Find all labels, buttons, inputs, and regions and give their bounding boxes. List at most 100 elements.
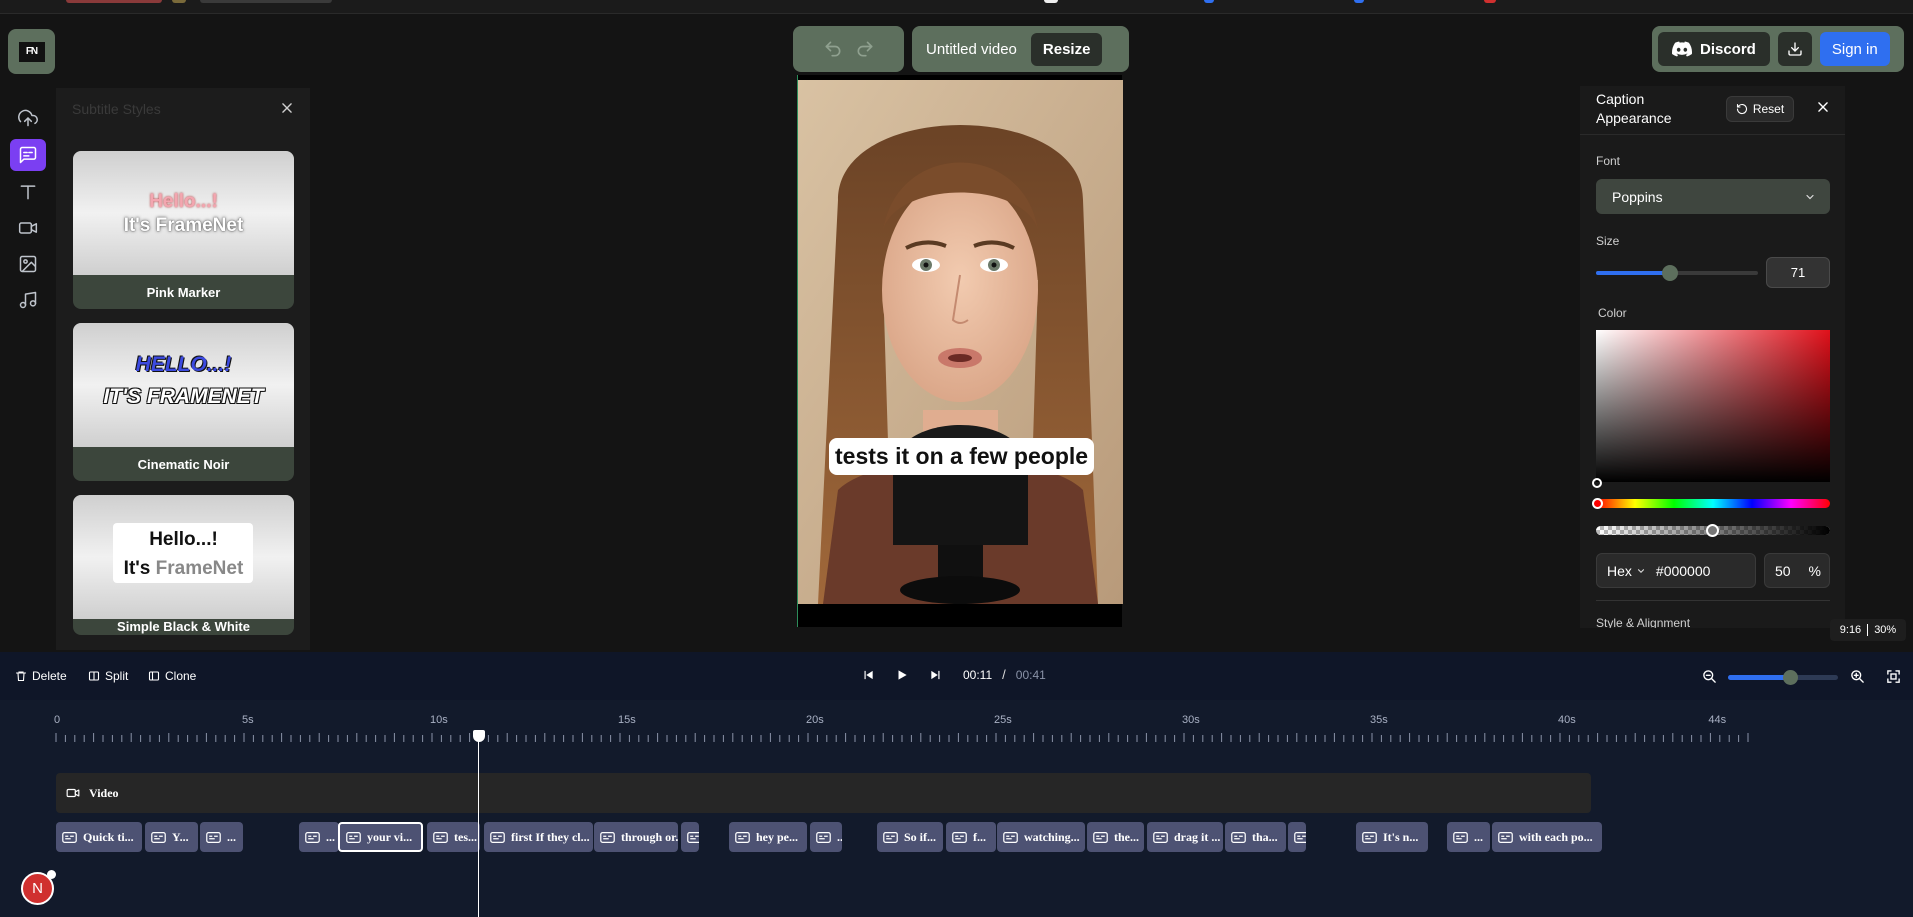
caption-clip[interactable]: the... [1087,822,1144,852]
trash-icon [15,670,27,682]
preview-line-1: HELLO...! [135,353,232,376]
color-format-input[interactable]: Hex #000000 [1596,553,1756,588]
caption-clip[interactable]: ... [299,822,339,852]
close-icon [1816,100,1830,114]
style-card-pink-marker[interactable]: Hello...! It's FrameNet Pink Marker [73,151,294,309]
color-label: Color [1598,306,1627,320]
caption-clip[interactable]: watching... [997,822,1085,852]
image-tool-button[interactable] [10,248,46,280]
caption-clip[interactable]: It's n... [1356,822,1428,852]
caption-clip-icon [1153,831,1168,843]
video-tool-button[interactable] [10,212,46,244]
caption-clip[interactable]: through or... [594,822,678,852]
caption-clip[interactable]: hey pe... [729,822,807,852]
caption-clip-icon [687,831,699,843]
reset-icon [1736,103,1748,115]
sign-in-button[interactable]: Sign in [1819,32,1890,66]
caption-clip-icon [600,831,615,843]
caption-clip[interactable]: ... [1447,822,1490,852]
total-time: 00:41 [1015,667,1046,682]
resize-button[interactable]: Resize [1030,32,1103,66]
caption-clip[interactable] [681,822,699,852]
style-card-label: Pink Marker [146,284,221,300]
reset-label: Reset [1752,102,1785,116]
size-input[interactable]: 71 [1766,257,1830,288]
style-alignment-section[interactable]: Style & Alignment [1596,616,1690,628]
caption-overlay[interactable]: tests it on a few people [829,438,1095,475]
caption-clip[interactable]: ... [810,822,842,852]
skip-back-icon[interactable] [861,668,875,682]
caption-clip-text: It's n... [1383,829,1419,844]
video-canvas[interactable]: tests it on a few people [797,75,1123,627]
video-title[interactable]: Untitled video [926,41,1017,58]
caption-clip[interactable]: tha... [1225,822,1286,852]
subtitles-icon [18,145,38,165]
caption-clip-icon [735,831,750,843]
color-mode[interactable]: Hex [1607,563,1632,579]
redo-icon[interactable] [855,39,875,59]
discord-button[interactable]: Discord [1658,32,1770,66]
clone-button[interactable]: Clone [148,669,196,683]
reset-button[interactable]: Reset [1726,96,1794,122]
caption-clip[interactable]: ... [200,822,243,852]
hue-slider-thumb[interactable] [1592,498,1603,509]
style-card-simple-black-white[interactable]: Hello...! It's FrameNet Simple Black & W… [73,495,294,635]
delete-button[interactable]: Delete [15,669,67,683]
caption-clip-icon [1498,831,1513,843]
caption-clip[interactable]: Quick ti... [56,822,142,852]
opacity-input[interactable]: 50 % [1764,553,1830,588]
canvas-zoom: 30% [1874,624,1897,636]
download-button[interactable] [1777,32,1812,66]
style-card-cinematic-noir[interactable]: HELLO...! IT'S FRAMENET Cinematic Noir [73,323,294,481]
caption-clip-icon [433,831,448,843]
zoom-out-button[interactable] [1702,669,1717,684]
color-saturation-field[interactable] [1596,330,1830,482]
audio-tool-button[interactable] [10,284,46,316]
music-note-icon [18,290,38,310]
hue-slider[interactable] [1596,499,1830,508]
caption-clip[interactable]: f... [946,822,996,852]
timeline-ruler[interactable] [0,700,1913,750]
play-icon[interactable] [895,668,909,682]
caption-clip[interactable]: with each po... [1492,822,1602,852]
current-time: 00:11 [963,667,993,682]
undo-icon[interactable] [823,39,843,59]
video-track[interactable]: Video [56,773,1591,813]
caption-clip[interactable]: So if... [877,822,943,852]
text-tool-button[interactable] [10,176,46,208]
zoom-in-button[interactable] [1850,669,1865,684]
caption-clip-icon [1362,831,1377,843]
download-icon [1787,41,1803,57]
skip-forward-icon[interactable] [929,668,943,682]
opacity-slider-thumb[interactable] [1706,524,1719,537]
fit-screen-icon [1886,669,1901,684]
close-styles-panel-button[interactable] [280,101,294,115]
caption-clip[interactable] [1288,822,1306,852]
font-select[interactable]: Poppins [1596,179,1830,214]
subtitles-tool-button[interactable] [10,139,46,171]
caption-clip[interactable]: drag it ... [1147,822,1223,852]
timeline-zoom-thumb[interactable] [1783,670,1798,685]
project-title-bar: Untitled video Resize [912,26,1129,72]
clone-icon [148,670,160,682]
upload-tool-button[interactable] [10,102,46,134]
app-logo[interactable]: FN [8,29,55,74]
caption-clip-selected[interactable]: your vi... [338,822,423,852]
preview-line-1: Hello...! [149,191,218,212]
hex-value[interactable]: #000000 [1656,563,1711,579]
caption-clip[interactable]: first If they cl... [484,822,593,852]
chevron-down-icon [1636,566,1646,576]
caption-clip[interactable]: Y... [145,822,198,852]
caption-clip-text: ... [1474,829,1483,844]
color-picker-handle[interactable] [1592,478,1602,488]
caption-clip[interactable]: tes... [427,822,480,852]
close-caption-panel-button[interactable] [1816,100,1830,114]
tab-indicator [1204,0,1214,3]
fit-timeline-button[interactable] [1886,669,1901,684]
playback-controls: 00:11 / 00:41 [861,667,1046,682]
split-button[interactable]: Split [88,669,128,683]
size-slider-thumb[interactable] [1662,265,1678,281]
playhead-handle[interactable] [473,730,485,742]
chevron-down-icon [1804,191,1816,203]
style-preview: HELLO...! IT'S FRAMENET [73,323,294,447]
